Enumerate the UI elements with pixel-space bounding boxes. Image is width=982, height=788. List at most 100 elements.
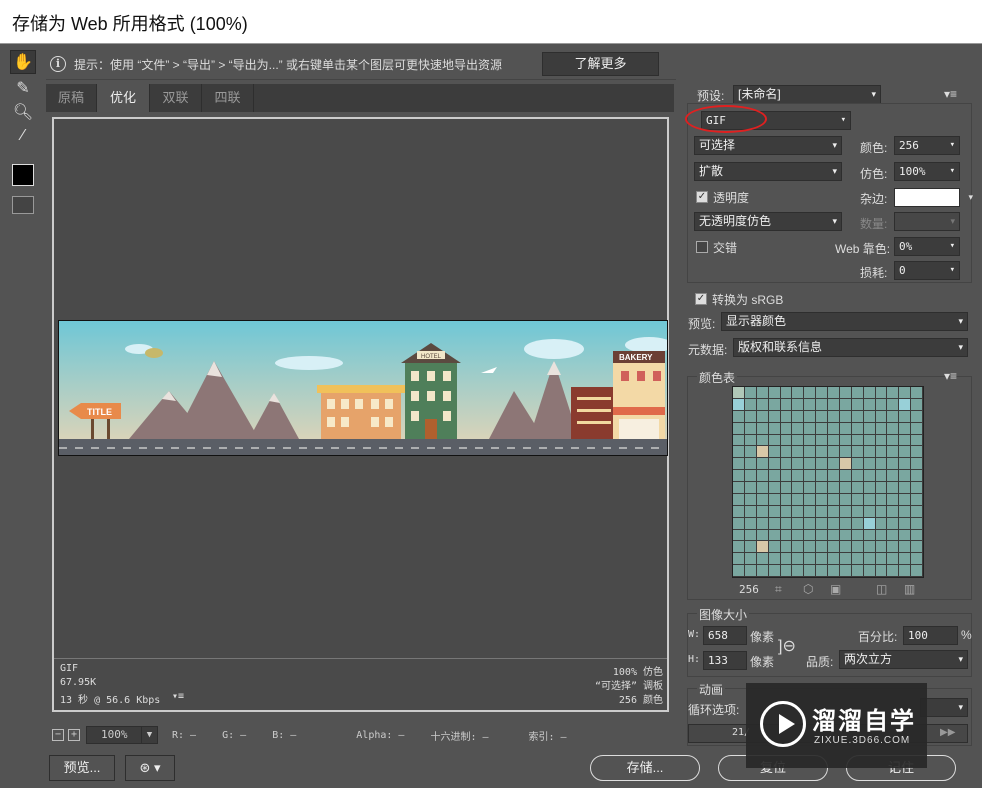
color-swatch[interactable] — [911, 565, 923, 577]
color-swatch[interactable] — [887, 387, 900, 399]
color-swatch[interactable] — [768, 434, 781, 447]
color-swatch[interactable] — [839, 422, 852, 435]
color-swatch[interactable] — [839, 517, 852, 530]
color-swatch[interactable] — [816, 493, 828, 506]
color-swatch[interactable] — [792, 387, 805, 399]
color-swatch[interactable] — [816, 398, 828, 411]
color-swatch[interactable] — [733, 434, 745, 447]
color-swatch[interactable] — [851, 422, 864, 435]
color-swatch[interactable] — [863, 529, 876, 542]
color-table-grid[interactable] — [732, 386, 924, 578]
browser-preview-button[interactable]: ⊛ ▾ — [125, 755, 175, 781]
color-swatch[interactable] — [768, 493, 781, 506]
last-frame-icon[interactable]: ▶▶ — [940, 727, 955, 738]
color-swatch[interactable] — [780, 505, 793, 518]
color-swatch[interactable] — [911, 458, 923, 471]
color-swatch[interactable] — [756, 387, 769, 399]
color-swatch[interactable] — [899, 565, 912, 577]
color-swatch[interactable] — [828, 470, 840, 482]
tab-4up[interactable]: 四联 — [202, 84, 254, 112]
hand-tool-icon[interactable]: ✋ — [10, 50, 36, 74]
color-swatch[interactable] — [887, 517, 900, 530]
zoom-select[interactable]: 100% ▼ — [86, 726, 158, 744]
color-swatch[interactable] — [768, 446, 781, 459]
color-swatch[interactable] — [828, 493, 840, 506]
color-swatch[interactable] — [780, 482, 793, 494]
color-swatch[interactable] — [792, 541, 805, 554]
web-shift-icon[interactable]: ⬡ — [803, 582, 813, 596]
color-swatch[interactable] — [804, 505, 817, 518]
color-swatch[interactable] — [780, 446, 793, 459]
colors-select[interactable]: 256 ▾ — [894, 136, 960, 155]
color-swatch[interactable] — [828, 458, 840, 471]
color-swatch[interactable] — [733, 410, 745, 423]
color-swatch[interactable] — [804, 387, 817, 399]
color-swatch[interactable] — [851, 398, 864, 411]
color-swatch[interactable] — [911, 446, 923, 459]
color-swatch[interactable] — [780, 410, 793, 423]
slice-select-tool-icon[interactable]: ✎ — [10, 76, 36, 100]
color-swatch[interactable] — [899, 493, 912, 506]
color-swatch[interactable] — [875, 470, 888, 482]
color-swatch[interactable] — [744, 470, 757, 482]
color-swatch[interactable] — [780, 422, 793, 435]
color-swatch[interactable] — [875, 553, 888, 566]
color-swatch[interactable] — [851, 529, 864, 542]
color-swatch[interactable] — [911, 529, 923, 542]
color-swatch[interactable] — [828, 434, 840, 447]
color-swatch[interactable] — [911, 541, 923, 554]
color-swatch[interactable] — [733, 565, 745, 577]
eyedropper-color-swatch[interactable] — [12, 164, 34, 186]
color-swatch[interactable] — [863, 541, 876, 554]
tab-2up[interactable]: 双联 — [150, 84, 202, 112]
color-swatch[interactable] — [851, 446, 864, 459]
color-swatch[interactable] — [828, 565, 840, 577]
color-swatch[interactable] — [780, 458, 793, 471]
color-swatch[interactable] — [733, 553, 745, 566]
color-swatch[interactable] — [756, 470, 769, 482]
color-swatch[interactable] — [863, 422, 876, 435]
color-swatch[interactable] — [839, 541, 852, 554]
color-swatch[interactable] — [733, 422, 745, 435]
color-swatch[interactable] — [851, 470, 864, 482]
download-speed-menu-icon[interactable]: ▾≡ — [172, 691, 184, 702]
color-swatch[interactable] — [828, 398, 840, 411]
color-swatch[interactable] — [851, 517, 864, 530]
color-swatch[interactable] — [839, 434, 852, 447]
color-swatch[interactable] — [899, 434, 912, 447]
save-button[interactable]: 存储... — [590, 755, 700, 781]
color-swatch[interactable] — [887, 553, 900, 566]
color-swatch[interactable] — [911, 505, 923, 518]
color-swatch[interactable] — [744, 505, 757, 518]
color-swatch[interactable] — [911, 482, 923, 494]
color-swatch[interactable] — [863, 458, 876, 471]
color-swatch[interactable] — [887, 458, 900, 471]
color-swatch[interactable] — [780, 565, 793, 577]
color-swatch[interactable] — [792, 482, 805, 494]
color-swatch[interactable] — [851, 565, 864, 577]
color-swatch[interactable] — [804, 434, 817, 447]
color-swatch[interactable] — [911, 434, 923, 447]
color-swatch[interactable] — [899, 422, 912, 435]
color-swatch[interactable] — [744, 553, 757, 566]
color-swatch[interactable] — [875, 517, 888, 530]
new-color-icon[interactable]: ◫ — [876, 582, 887, 596]
color-swatch[interactable] — [828, 505, 840, 518]
color-swatch[interactable] — [756, 422, 769, 435]
color-swatch[interactable] — [768, 470, 781, 482]
color-swatch[interactable] — [768, 398, 781, 411]
color-swatch[interactable] — [756, 493, 769, 506]
color-swatch[interactable] — [792, 565, 805, 577]
color-swatch[interactable] — [733, 505, 745, 518]
color-swatch[interactable] — [804, 541, 817, 554]
color-swatch[interactable] — [863, 505, 876, 518]
color-swatch[interactable] — [733, 529, 745, 542]
color-swatch[interactable] — [816, 505, 828, 518]
color-swatch[interactable] — [875, 410, 888, 423]
preset-select[interactable]: [未命名] ▾ — [733, 85, 881, 104]
color-swatch[interactable] — [768, 505, 781, 518]
color-swatch[interactable] — [887, 541, 900, 554]
color-swatch[interactable] — [733, 470, 745, 482]
color-swatch[interactable] — [911, 398, 923, 411]
color-swatch[interactable] — [816, 446, 828, 459]
